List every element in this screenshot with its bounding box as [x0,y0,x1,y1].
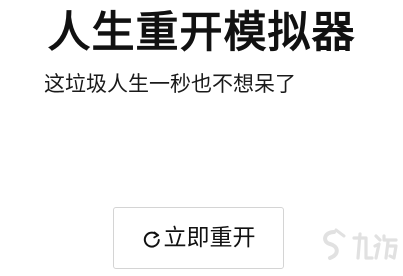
jiuyou-watermark-logo [318,224,400,268]
restart-button[interactable]: 立即重开 [113,207,284,269]
restart-button-label: 立即重开 [163,225,256,251]
page-title: 人生重开模拟器 [47,8,356,58]
page-subtitle: 这垃圾人生一秒也不想呆了 [44,72,296,96]
refresh-icon [142,229,162,249]
